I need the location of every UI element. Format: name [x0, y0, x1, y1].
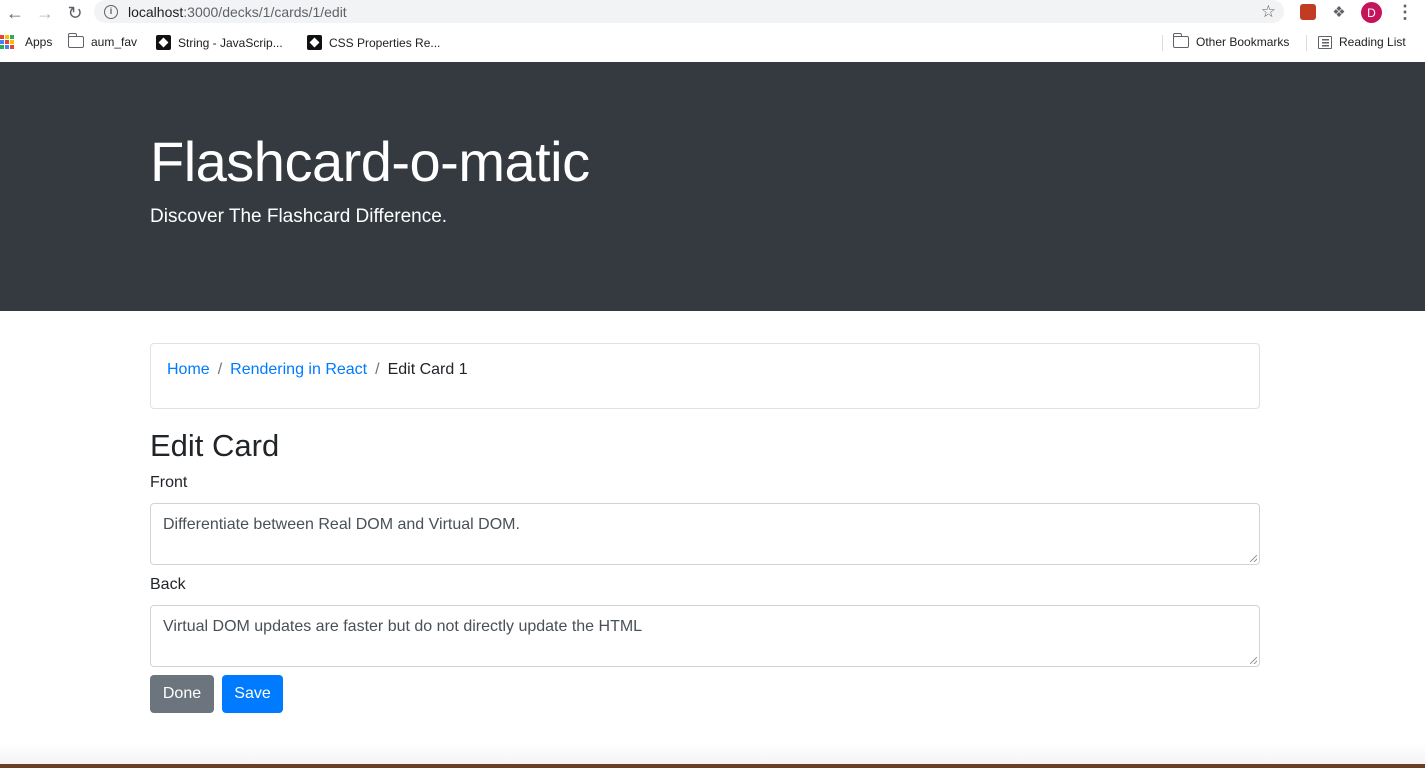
reading-list-label: Reading List — [1339, 35, 1406, 49]
reading-list-icon — [1318, 35, 1332, 49]
bookmark-label: aum_fav — [91, 35, 138, 49]
bookmark-label: CSS Properties Re... — [329, 35, 441, 50]
done-button[interactable]: Done — [150, 675, 214, 713]
bookmark-other-bookmarks[interactable]: Other Bookmarks — [1172, 33, 1290, 49]
url-text: localhost:3000/decks/1/cards/1/edit — [128, 3, 347, 20]
breadcrumb-home-link[interactable]: Home — [167, 360, 210, 392]
address-bar[interactable]: i localhost:3000/decks/1/cards/1/edit ☆ — [94, 0, 1284, 23]
desktop-background-strip — [0, 764, 1425, 768]
forward-arrow-icon[interactable]: → — [30, 2, 60, 24]
app-title: Flashcard-o-matic — [150, 130, 590, 193]
reload-icon[interactable]: ↻ — [60, 2, 90, 24]
front-label: Front — [150, 474, 188, 491]
reading-list-button[interactable]: Reading List — [1318, 35, 1406, 49]
folder-icon — [67, 33, 84, 48]
site-favicon-icon — [307, 35, 322, 50]
bookmark-label: Other Bookmarks — [1196, 35, 1290, 49]
site-favicon-icon — [156, 35, 171, 50]
bookmark-star-icon[interactable]: ☆ — [1261, 2, 1276, 22]
bookmarks-divider — [1162, 35, 1163, 51]
breadcrumb-separator: / — [217, 361, 223, 378]
page-title: Edit Card — [150, 428, 280, 463]
back-label: Back — [150, 576, 186, 593]
browser-toolbar: ← → ↻ i localhost:3000/decks/1/cards/1/e… — [0, 0, 1425, 26]
info-icon[interactable]: i — [104, 4, 118, 19]
save-button[interactable]: Save — [222, 675, 283, 713]
front-textarea[interactable]: Differentiate between Real DOM and Virtu… — [150, 503, 1260, 565]
folder-icon — [1172, 33, 1189, 48]
bookmarks-bar: Apps aum_fav String - JavaScrip... CSS P… — [0, 31, 1425, 55]
back-textarea[interactable]: Virtual DOM updates are faster but do no… — [150, 605, 1260, 667]
browser-menu-icon[interactable]: ⋮ — [1395, 2, 1415, 22]
bookmarks-divider — [1306, 35, 1307, 51]
bookmark-label: Apps — [25, 35, 53, 49]
breadcrumb: Home / Rendering in React / Edit Card 1 — [150, 343, 1260, 409]
apps-grid-icon — [0, 35, 14, 49]
header-jumbotron: Flashcard-o-matic Discover The Flashcard… — [0, 62, 1425, 311]
breadcrumb-separator: / — [375, 361, 380, 378]
app-subtitle: Discover The Flashcard Difference. — [150, 206, 448, 227]
extensions-puzzle-icon[interactable]: ❖ — [1329, 2, 1349, 22]
extension-icon[interactable] — [1298, 2, 1318, 22]
bookmark-aum-fav[interactable]: aum_fav — [67, 33, 138, 49]
breadcrumb-deck-link[interactable]: Rendering in React — [230, 360, 367, 392]
bookmark-css-properties[interactable]: CSS Properties Re... — [307, 35, 440, 50]
profile-avatar[interactable]: D — [1361, 2, 1382, 23]
breadcrumb-current: Edit Card 1 — [387, 361, 468, 378]
bookmark-apps[interactable]: Apps — [0, 35, 52, 49]
back-arrow-icon[interactable]: ← — [0, 2, 30, 24]
bookmark-label: String - JavaScrip... — [178, 35, 283, 50]
bookmark-string-javascript[interactable]: String - JavaScrip... — [156, 35, 283, 50]
